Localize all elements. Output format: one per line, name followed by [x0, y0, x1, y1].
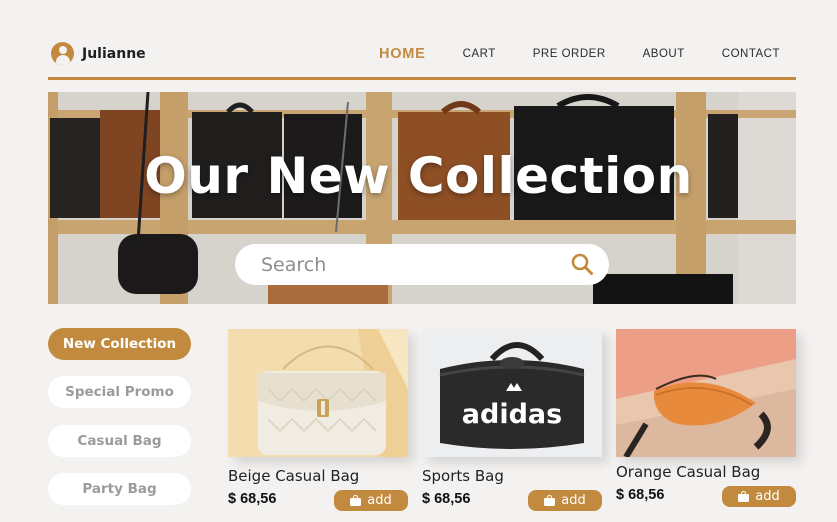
main-nav: HOME CART PRE ORDER ABOUT CONTACT	[379, 46, 780, 62]
product-card[interactable]: Beige Casual Bag $ 68,56 add	[228, 329, 408, 511]
user-avatar-icon[interactable]	[51, 42, 74, 65]
product-name: Orange Casual Bag	[616, 463, 761, 481]
search-input[interactable]	[261, 253, 551, 276]
header-divider	[48, 77, 796, 80]
category-special-promo[interactable]: Special Promo	[48, 376, 191, 408]
add-label: add	[755, 489, 780, 504]
product-name: Beige Casual Bag	[228, 467, 360, 485]
search-icon[interactable]	[570, 252, 594, 276]
nav-home[interactable]: HOME	[379, 46, 426, 62]
shopping-bag-icon	[738, 491, 750, 502]
nav-pre-order[interactable]: PRE ORDER	[533, 48, 606, 60]
user-name: Julianne	[82, 45, 146, 62]
product-card[interactable]: adidas Sports Bag $ 68,56 add	[422, 329, 602, 511]
user-profile[interactable]: Julianne	[51, 42, 146, 65]
shopping-bag-icon	[544, 495, 556, 506]
nav-contact[interactable]: CONTACT	[722, 48, 780, 60]
search-bar[interactable]	[235, 244, 609, 285]
add-to-cart-button[interactable]: add	[334, 490, 408, 511]
adidas-logo-text: adidas	[462, 399, 562, 430]
add-label: add	[561, 493, 586, 508]
product-image[interactable]	[616, 329, 796, 457]
product-price: $ 68,56	[422, 491, 471, 507]
nav-about[interactable]: ABOUT	[643, 48, 685, 60]
hero-title: Our New Collection	[144, 147, 693, 205]
add-label: add	[367, 493, 392, 508]
product-image[interactable]: adidas	[422, 329, 602, 457]
product-image[interactable]	[228, 329, 408, 457]
beige-bag-image	[228, 329, 408, 457]
orange-bag-image	[616, 329, 796, 457]
top-header: Julianne HOME CART PRE ORDER ABOUT CONTA…	[48, 38, 796, 70]
product-price: $ 68,56	[616, 487, 665, 503]
category-party-bag[interactable]: Party Bag	[48, 473, 191, 505]
product-price: $ 68,56	[228, 491, 277, 507]
product-card[interactable]: Orange Casual Bag $ 68,56 add	[616, 329, 796, 507]
sports-bag-image: adidas	[422, 329, 602, 457]
add-to-cart-button[interactable]: add	[722, 486, 796, 507]
category-casual-bag[interactable]: Casual Bag	[48, 425, 191, 457]
product-name: Sports Bag	[422, 467, 504, 485]
shopping-bag-icon	[350, 495, 362, 506]
nav-cart[interactable]: CART	[463, 48, 496, 60]
add-to-cart-button[interactable]: add	[528, 490, 602, 511]
category-new-collection[interactable]: New Collection	[48, 328, 191, 360]
